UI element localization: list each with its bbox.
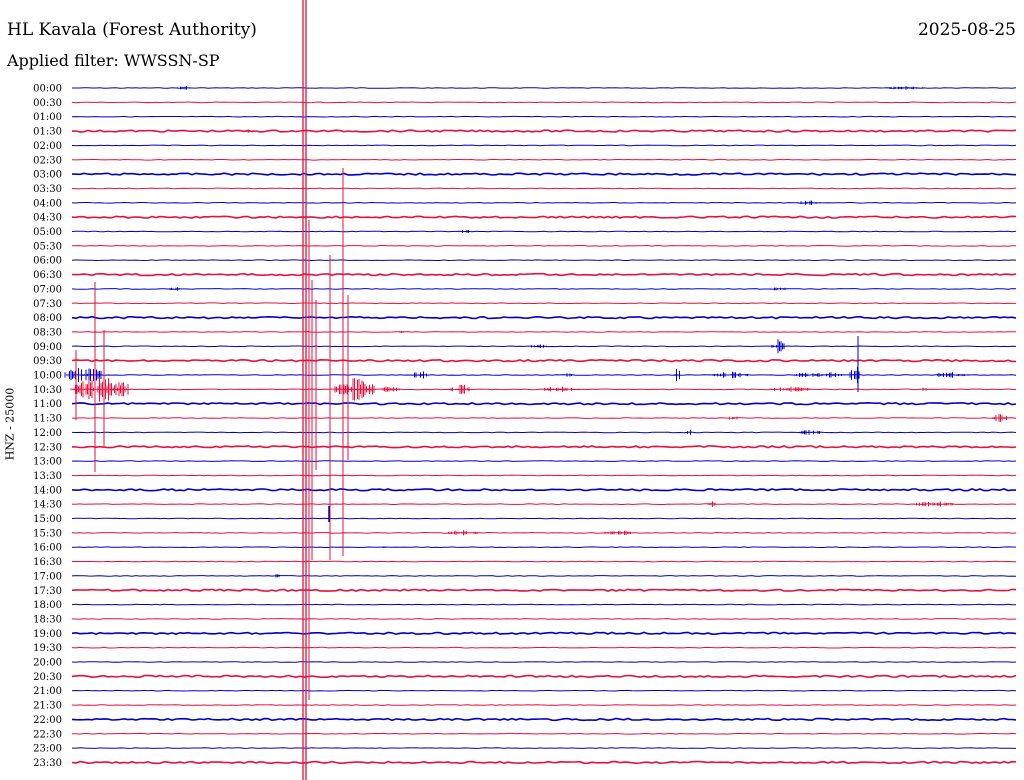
trace-line bbox=[71, 172, 1017, 176]
row-time-label: 07:00 bbox=[33, 284, 62, 295]
trace-line bbox=[71, 631, 1017, 636]
row-time-label: 13:00 bbox=[33, 457, 62, 468]
trace-line bbox=[71, 259, 1017, 262]
row-time-label: 21:30 bbox=[33, 701, 62, 712]
trace-line bbox=[71, 401, 1017, 406]
row-time-label: 18:30 bbox=[33, 614, 62, 625]
row-time-label: 23:30 bbox=[33, 758, 62, 769]
row-time-label: 15:30 bbox=[33, 528, 62, 539]
trace-line bbox=[71, 272, 1017, 277]
helicorder-plot: 00:00 00:30 01:00 01:30 02:00 02:30 03:00 03:30… bbox=[33, 0, 1017, 780]
row-time-label: 12:30 bbox=[33, 442, 62, 453]
trace-line bbox=[71, 661, 1017, 663]
row-time-label: 11:30 bbox=[33, 414, 62, 425]
row-time-label: 03:30 bbox=[33, 184, 62, 195]
row-time-label: 22:30 bbox=[33, 729, 62, 740]
row-time-label: 09:00 bbox=[33, 342, 62, 353]
trace-line bbox=[71, 603, 1017, 606]
row-time-label: 10:30 bbox=[33, 385, 62, 396]
row-time-label: 04:00 bbox=[33, 198, 62, 209]
row-time-label: 21:00 bbox=[33, 686, 62, 697]
trace-line bbox=[71, 474, 1017, 477]
trace-line bbox=[71, 331, 1016, 333]
row-time-label: 01:30 bbox=[33, 127, 62, 138]
row-time-label: 04:30 bbox=[33, 213, 62, 224]
row-time-label: 09:30 bbox=[33, 356, 62, 367]
trace-line bbox=[71, 187, 1017, 190]
row-time-label: 08:00 bbox=[33, 313, 62, 324]
trace-line bbox=[71, 215, 1017, 219]
trace-line bbox=[71, 501, 1017, 507]
trace-line bbox=[70, 377, 1017, 402]
trace-line bbox=[71, 315, 1017, 320]
trace-line bbox=[71, 358, 1016, 363]
row-time-label: 07:30 bbox=[33, 299, 62, 310]
trace-line bbox=[71, 101, 1017, 104]
row-time-label: 19:00 bbox=[33, 629, 62, 640]
row-time-label: 10:00 bbox=[33, 371, 62, 382]
trace-line bbox=[71, 200, 1017, 205]
trace-line bbox=[71, 445, 1017, 449]
row-time-label: 16:00 bbox=[33, 543, 62, 554]
trace-line bbox=[71, 674, 1017, 679]
trace-line bbox=[71, 230, 1017, 233]
trace-line bbox=[71, 717, 1017, 722]
row-time-label: 13:30 bbox=[33, 471, 62, 482]
row-time-label: 18:00 bbox=[33, 600, 62, 611]
trace-line bbox=[71, 302, 1016, 305]
trace-line bbox=[71, 618, 1016, 620]
row-time-label: 20:30 bbox=[33, 672, 62, 683]
trace-line bbox=[71, 158, 1017, 161]
row-time-label: 08:30 bbox=[33, 327, 62, 338]
trace-line bbox=[71, 546, 1017, 549]
row-time-label: 19:30 bbox=[33, 643, 62, 654]
trace-line bbox=[71, 689, 1017, 692]
row-time-label: 03:00 bbox=[33, 170, 62, 181]
trace-line bbox=[71, 115, 1017, 118]
row-time-label: 11:00 bbox=[33, 399, 62, 410]
trace-line bbox=[71, 646, 1017, 649]
trace-line bbox=[72, 560, 1017, 563]
trace-line bbox=[71, 588, 1017, 592]
trace-line bbox=[71, 704, 1017, 706]
row-time-label: 14:00 bbox=[33, 485, 62, 496]
row-time-label: 14:30 bbox=[33, 500, 62, 511]
row-time-label: 02:30 bbox=[33, 155, 62, 166]
trace-line bbox=[71, 144, 1017, 147]
trace-line bbox=[71, 429, 1017, 435]
trace-line bbox=[71, 574, 1017, 578]
trace-line bbox=[71, 760, 1017, 765]
row-time-label: 00:00 bbox=[33, 84, 62, 95]
row-time-label: 06:30 bbox=[33, 270, 62, 281]
trace-line bbox=[71, 530, 1017, 536]
trace-line bbox=[71, 287, 1017, 291]
row-time-label: 12:00 bbox=[33, 428, 62, 439]
trace-line bbox=[71, 129, 1017, 133]
trace-line bbox=[71, 460, 1017, 462]
row-time-label: 23:00 bbox=[33, 744, 62, 755]
row-time-label: 05:30 bbox=[33, 241, 62, 252]
row-time-label: 00:30 bbox=[33, 98, 62, 109]
trace-line bbox=[72, 86, 1017, 90]
row-time-label: 20:00 bbox=[33, 658, 62, 669]
row-time-label: 02:00 bbox=[33, 141, 62, 152]
trace-line bbox=[71, 244, 1017, 247]
trace-line bbox=[71, 732, 1017, 735]
row-time-label: 05:00 bbox=[33, 227, 62, 238]
row-time-label: 17:00 bbox=[33, 571, 62, 582]
row-time-label: 17:30 bbox=[33, 586, 62, 597]
row-time-label: 06:00 bbox=[33, 256, 62, 267]
trace-line bbox=[72, 747, 1017, 749]
trace-line bbox=[71, 517, 1017, 520]
trace-line bbox=[64, 366, 1017, 384]
trace-line bbox=[71, 414, 1017, 422]
trace-line bbox=[71, 488, 1016, 492]
row-time-label: 22:00 bbox=[33, 715, 62, 726]
row-time-label: 01:00 bbox=[33, 112, 62, 123]
row-time-label: 15:00 bbox=[33, 514, 62, 525]
trace-line bbox=[71, 339, 1017, 354]
row-time-label: 16:30 bbox=[33, 557, 62, 568]
